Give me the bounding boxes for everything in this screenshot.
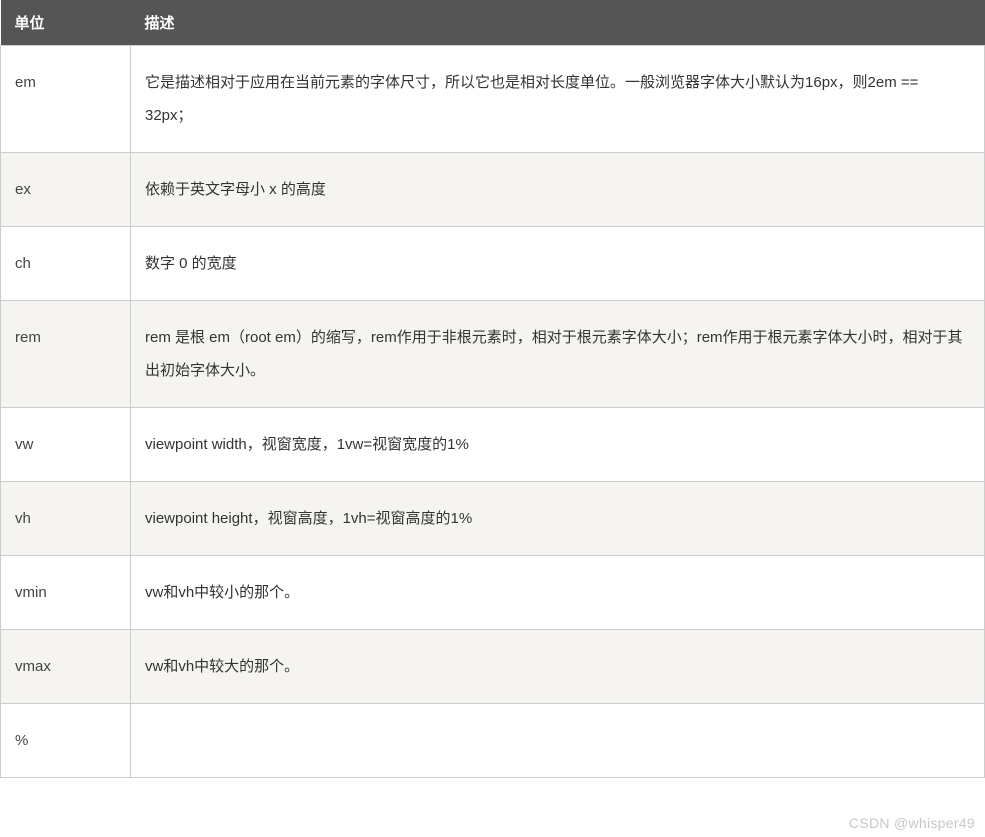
table-row: vmin vw和vh中较小的那个。: [1, 556, 985, 630]
cell-description: vw和vh中较小的那个。: [131, 556, 985, 630]
cell-description: vw和vh中较大的那个。: [131, 630, 985, 704]
table-body: em 它是描述相对于应用在当前元素的字体尺寸，所以它也是相对长度单位。一般浏览器…: [1, 46, 985, 778]
cell-unit: ex: [1, 153, 131, 227]
cell-unit: rem: [1, 301, 131, 408]
table-header-row: 单位 描述: [1, 0, 985, 46]
table-row: %: [1, 704, 985, 778]
cell-description: 数字 0 的宽度: [131, 227, 985, 301]
table-row: ex 依赖于英文字母小 x 的高度: [1, 153, 985, 227]
table-row: rem rem 是根 em（root em）的缩写，rem作用于非根元素时，相对…: [1, 301, 985, 408]
cell-description: 依赖于英文字母小 x 的高度: [131, 153, 985, 227]
cell-unit: em: [1, 46, 131, 153]
cell-description: [131, 704, 985, 778]
watermark-text: CSDN @whisper49: [849, 815, 975, 831]
cell-description: viewpoint width，视窗宽度，1vw=视窗宽度的1%: [131, 408, 985, 482]
cell-unit: vw: [1, 408, 131, 482]
cell-unit: vh: [1, 482, 131, 556]
cell-unit: %: [1, 704, 131, 778]
cell-description: 它是描述相对于应用在当前元素的字体尺寸，所以它也是相对长度单位。一般浏览器字体大…: [131, 46, 985, 153]
units-table: 单位 描述 em 它是描述相对于应用在当前元素的字体尺寸，所以它也是相对长度单位…: [0, 0, 985, 778]
cell-unit: ch: [1, 227, 131, 301]
header-unit: 单位: [1, 0, 131, 46]
table-row: vh viewpoint height，视窗高度，1vh=视窗高度的1%: [1, 482, 985, 556]
cell-description: viewpoint height，视窗高度，1vh=视窗高度的1%: [131, 482, 985, 556]
table-row: vmax vw和vh中较大的那个。: [1, 630, 985, 704]
cell-unit: vmin: [1, 556, 131, 630]
cell-unit: vmax: [1, 630, 131, 704]
header-description: 描述: [131, 0, 985, 46]
table-row: ch 数字 0 的宽度: [1, 227, 985, 301]
table-row: em 它是描述相对于应用在当前元素的字体尺寸，所以它也是相对长度单位。一般浏览器…: [1, 46, 985, 153]
cell-description: rem 是根 em（root em）的缩写，rem作用于非根元素时，相对于根元素…: [131, 301, 985, 408]
table-row: vw viewpoint width，视窗宽度，1vw=视窗宽度的1%: [1, 408, 985, 482]
